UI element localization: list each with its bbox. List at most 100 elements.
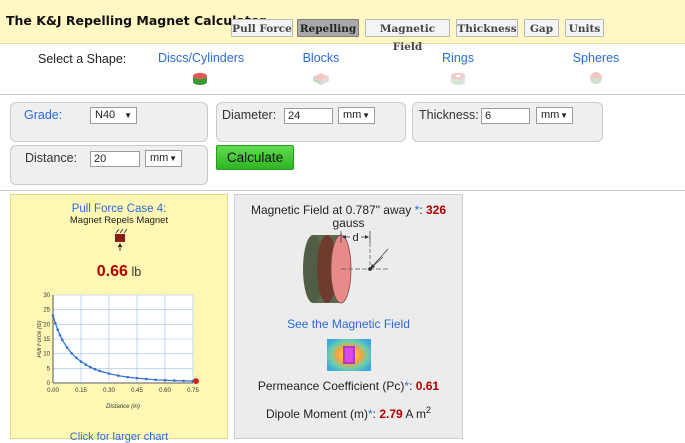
- diameter-unit: mm: [343, 109, 362, 121]
- thickness-unit: mm: [541, 109, 560, 121]
- chart-data-point: [98, 369, 101, 373]
- distance-label: Distance:: [25, 151, 78, 165]
- chart-data-point: [61, 338, 64, 342]
- chart-y-tick-label: 0: [47, 381, 51, 387]
- chart-x-tick-label: 0.30: [103, 388, 115, 394]
- magnet-distance-diagram: d: [303, 230, 389, 304]
- thickness-panel: Thickness: 6 mm ▼: [412, 102, 603, 142]
- field-colon: :: [419, 203, 423, 217]
- grade-select[interactable]: N40 ▼: [90, 107, 137, 124]
- chart-data-point: [107, 372, 111, 375]
- dipole-value: 2.79: [379, 407, 403, 421]
- distance-unit: mm: [150, 152, 169, 164]
- thickness-input[interactable]: 6: [481, 108, 530, 124]
- app-title: The K&J Repelling Magnet Calculator: [6, 13, 266, 28]
- permeance-row: Permeance Coefficient (Pc)*: 0.61: [235, 379, 462, 393]
- top-bar: The K&J Repelling Magnet Calculator Pull…: [0, 0, 685, 53]
- shape-blocks[interactable]: Blocks: [296, 51, 346, 87]
- chart-data-point: [173, 379, 176, 382]
- pull-force-chart: 0.00 0.15 0.30 0.45 0.60 0.75 0 5 10 15 20 25 30 Dist…: [37, 293, 199, 410]
- calculate-button[interactable]: Calculate: [216, 145, 294, 170]
- diameter-input[interactable]: 24: [284, 108, 333, 124]
- chart-data-point: [163, 378, 167, 382]
- chart-data-point: [58, 333, 62, 337]
- chart-y-tick-label: 15: [43, 337, 50, 343]
- magnetic-field-heading: Magnetic Field at 0.787" away *: 326: [235, 203, 462, 217]
- chart-data-point: [182, 379, 185, 383]
- permeance-value: 0.61: [415, 379, 440, 393]
- nav-thickness[interactable]: Thickness: [456, 19, 518, 37]
- dropdown-arrow-icon: ▼: [124, 111, 132, 120]
- chart-data-point: [84, 363, 87, 366]
- shape-selector: Select a Shape: Discs/Cylinders Blocks R…: [0, 44, 685, 96]
- chart-data-point: [54, 321, 57, 325]
- ring-magnet-icon: [451, 72, 465, 85]
- shape-label: Blocks: [302, 51, 340, 65]
- diameter-label: Diameter:: [222, 108, 277, 122]
- shape-label: Rings: [442, 51, 474, 65]
- chart-data-point: [126, 375, 129, 379]
- dipole-unit-exponent: 2: [426, 405, 432, 415]
- chart-data-point: [89, 365, 92, 369]
- pull-force-result: 0.66 lb: [11, 263, 227, 281]
- distance-panel: Distance: 20 mm ▼: [10, 145, 208, 185]
- chart-x-tick-label: 0.75: [187, 388, 199, 394]
- permeance-colon: :: [409, 379, 413, 393]
- chart-data-point: [145, 377, 148, 381]
- distance-d-label: d: [352, 232, 358, 244]
- chart-y-tick-label: 5: [47, 366, 51, 372]
- nav-repelling[interactable]: Repelling: [297, 19, 359, 37]
- distance-unit-select[interactable]: mm ▼: [145, 150, 182, 167]
- field-value: 326: [426, 203, 447, 217]
- shape-rings[interactable]: Rings: [438, 51, 478, 87]
- thickness-unit-select[interactable]: mm ▼: [536, 107, 573, 124]
- see-magnetic-field-link[interactable]: See the Magnetic Field: [235, 317, 462, 331]
- dipole-colon: :: [372, 407, 376, 421]
- pull-force-case-subtitle: Magnet Repels Magnet: [69, 215, 169, 226]
- permeance-label: Permeance Coefficient (Pc): [257, 379, 405, 393]
- pull-force-panel: Pull Force Case 4: Magnet Repels Magnet …: [10, 194, 228, 443]
- chart-y-tick-label: 30: [43, 293, 50, 299]
- pull-force-value: 0.66: [96, 263, 128, 280]
- chart-data-point: [117, 374, 120, 377]
- chart-data-point: [56, 328, 59, 331]
- distance-input[interactable]: 20: [90, 151, 140, 167]
- dipole-unit: A m: [405, 407, 427, 421]
- magnetic-field-panel: Magnetic Field at 0.787" away *: 326 gau…: [234, 194, 463, 439]
- chart-x-tick-label: 0.15: [75, 388, 87, 394]
- chart-current-point: [193, 378, 199, 385]
- grade-label[interactable]: Grade:: [24, 108, 62, 122]
- chart-x-tick-label: 0.00: [47, 388, 59, 394]
- thickness-label: Thickness:: [419, 108, 479, 122]
- chart-y-tick-label: 20: [43, 322, 50, 328]
- shape-select-label: Select a Shape:: [38, 52, 127, 66]
- dropdown-arrow-icon: ▼: [169, 154, 177, 163]
- divider: [0, 190, 685, 191]
- diameter-unit-select[interactable]: mm ▼: [338, 107, 375, 124]
- nav-pull-force[interactable]: Pull Force: [231, 19, 293, 37]
- shape-discs-cylinders[interactable]: Discs/Cylinders: [158, 51, 244, 87]
- larger-chart-link[interactable]: Click for larger chart: [11, 431, 227, 443]
- chart-data-point: [51, 314, 55, 317]
- field-title-text: Magnetic Field at 0.787" away: [250, 203, 415, 217]
- shape-spheres[interactable]: Spheres: [572, 51, 620, 87]
- diameter-panel: Diameter: 24 mm ▼: [216, 102, 406, 142]
- dipole-row: Dipole Moment (m)*: 2.79 A m2: [235, 405, 462, 421]
- magnetic-field-thumbnail-icon[interactable]: [327, 339, 371, 371]
- nav-gap[interactable]: Gap: [524, 19, 559, 37]
- nav-units[interactable]: Units: [565, 19, 604, 37]
- pull-force-case-title[interactable]: Pull Force Case 4:: [11, 203, 227, 215]
- chart-data-point: [93, 367, 97, 371]
- chart-y-axis-label: Pull Force (lb): [37, 320, 43, 357]
- chart-y-tick-label: 25: [43, 308, 50, 314]
- nav-magnetic-field[interactable]: Magnetic Field: [365, 19, 450, 53]
- chart-data-point: [154, 378, 157, 382]
- chart-data-point: [79, 360, 83, 363]
- chart-x-axis-label: Distance (in): [106, 404, 140, 410]
- chart-data-point: [75, 356, 78, 360]
- sphere-magnet-icon: [590, 72, 602, 84]
- shape-label: Spheres: [572, 51, 620, 65]
- grade-value: N40: [95, 109, 116, 121]
- block-magnet-icon: [313, 73, 329, 85]
- dropdown-arrow-icon: ▼: [362, 111, 370, 120]
